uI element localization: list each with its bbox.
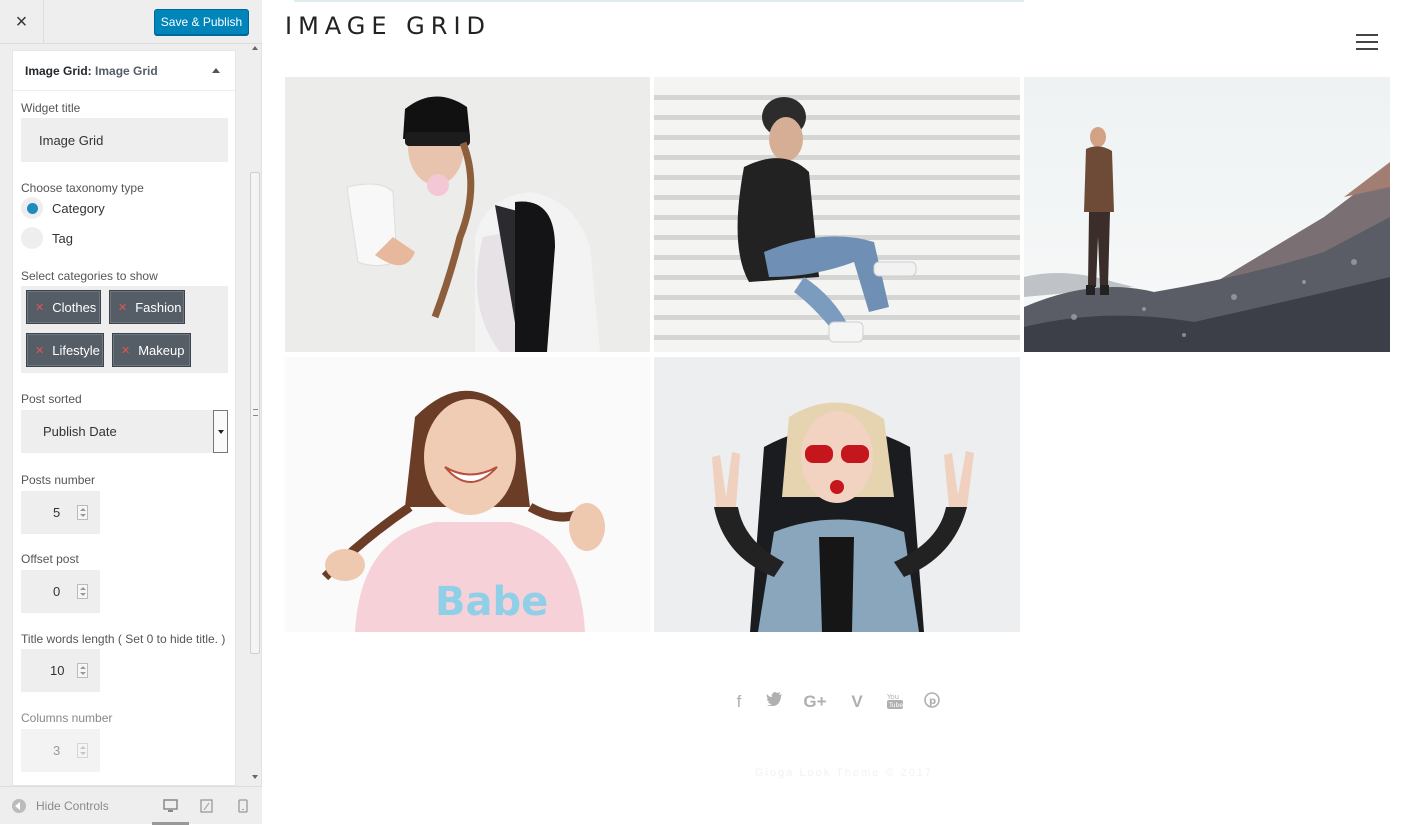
post-sorted-label: Post sorted	[21, 392, 82, 406]
pinterest-icon[interactable]: p	[923, 692, 941, 708]
scroll-up-icon[interactable]	[252, 46, 258, 50]
radio-button-checked[interactable]	[21, 197, 43, 219]
posts-number-label: Posts number	[21, 473, 96, 487]
photo-woman-rocks	[1024, 77, 1390, 352]
panel-scrollbar[interactable]	[248, 44, 262, 786]
photo-laughing-girl: Babe	[285, 357, 650, 632]
offset-post-label: Offset post	[21, 552, 79, 566]
close-icon[interactable]: ×	[0, 0, 44, 44]
header-accent-line	[294, 0, 1024, 2]
columns-number-input[interactable]: 3	[21, 729, 100, 772]
taxonomy-label: Choose taxonomy type	[21, 181, 144, 195]
columns-number-label: Columns number	[21, 711, 113, 725]
customizer-topbar: × Save & Publish	[0, 0, 262, 44]
menu-icon[interactable]	[1356, 34, 1378, 50]
copyright-text: Gioga Look Theme © 2017	[755, 767, 934, 779]
tag-makeup[interactable]: ✕ Makeup	[112, 333, 191, 367]
number-spinner-icon[interactable]	[77, 584, 88, 599]
radio-tag[interactable]: Tag	[21, 227, 73, 249]
hide-controls-button[interactable]: Hide Controls	[12, 799, 109, 813]
desktop-icon[interactable]	[163, 799, 178, 813]
svg-text:Babe: Babe	[435, 579, 548, 625]
grid-image-3[interactable]	[1024, 77, 1390, 352]
collapse-icon	[12, 799, 26, 813]
site-title[interactable]: IMAGE GRID	[285, 12, 491, 40]
remove-icon[interactable]: ✕	[121, 344, 130, 357]
svg-text:Tube: Tube	[888, 702, 903, 709]
scroll-down-icon[interactable]	[252, 775, 258, 779]
google-plus-icon[interactable]: G+	[802, 692, 828, 712]
vimeo-icon[interactable]: V	[848, 692, 866, 712]
widget-title-label: Widget title	[21, 101, 81, 115]
svg-text:p: p	[929, 696, 936, 707]
post-sorted-select[interactable]: Publish Date	[21, 410, 228, 453]
tag-lifestyle[interactable]: ✕ Lifestyle	[26, 333, 104, 367]
grid-image-5[interactable]	[654, 357, 1020, 632]
tablet-icon[interactable]	[200, 799, 213, 813]
title-words-label: Title words length ( Set 0 to hide title…	[21, 632, 226, 646]
post-sorted-value: Publish Date	[43, 424, 117, 439]
categories-label: Select categories to show	[21, 269, 158, 283]
facebook-icon[interactable]: f	[732, 692, 746, 712]
youtube-icon[interactable]: You Tube	[886, 692, 904, 710]
remove-icon[interactable]: ✕	[35, 344, 44, 357]
widget-title-input[interactable]: Image Grid	[21, 118, 228, 162]
svg-text:You: You	[887, 693, 899, 701]
radio-category-label: Category	[52, 200, 105, 216]
widget-section: Image Grid: Image Grid Widget title Imag…	[12, 50, 236, 786]
radio-button-unchecked[interactable]	[21, 227, 43, 249]
customizer-panel: × Save & Publish Image Grid: Image Grid …	[0, 0, 262, 825]
number-spinner-icon[interactable]	[77, 743, 88, 758]
grid-image-4[interactable]: Babe	[285, 357, 650, 632]
site-preview: IMAGE GRID Babe f G+ V You Tube p Gioga …	[262, 0, 1411, 824]
number-spinner-icon[interactable]	[77, 505, 88, 520]
tag-fashion[interactable]: ✕ Fashion	[109, 290, 185, 324]
mobile-icon[interactable]	[238, 799, 248, 813]
categories-select[interactable]: ✕ Clothes ✕ Fashion ✕ Lifestyle ✕ Makeup	[21, 286, 228, 373]
remove-icon[interactable]: ✕	[35, 301, 44, 314]
photo-girl-cup	[285, 77, 650, 352]
radio-tag-label: Tag	[52, 230, 73, 246]
scroll-thumb[interactable]	[250, 172, 260, 654]
posts-number-input[interactable]: 5	[21, 491, 100, 534]
remove-icon[interactable]: ✕	[118, 301, 127, 314]
collapse-arrow-icon[interactable]	[212, 68, 220, 73]
twitter-icon[interactable]	[765, 692, 783, 706]
offset-post-input[interactable]: 0	[21, 570, 100, 613]
photo-girl-bench	[654, 77, 1020, 352]
grid-image-1[interactable]	[285, 77, 650, 352]
save-publish-button[interactable]: Save & Publish	[154, 9, 249, 35]
number-spinner-icon[interactable]	[77, 663, 88, 678]
customizer-footer: Hide Controls	[0, 786, 262, 825]
section-title: Image Grid: Image Grid	[25, 63, 158, 78]
title-words-input[interactable]: 10	[21, 649, 100, 692]
photo-peace-girl	[654, 357, 1020, 632]
widget-section-header[interactable]: Image Grid: Image Grid	[13, 51, 235, 91]
grid-image-2[interactable]	[654, 77, 1020, 352]
chevron-down-icon[interactable]	[213, 410, 228, 453]
tag-clothes[interactable]: ✕ Clothes	[26, 290, 101, 324]
radio-category[interactable]: Category	[21, 197, 105, 219]
